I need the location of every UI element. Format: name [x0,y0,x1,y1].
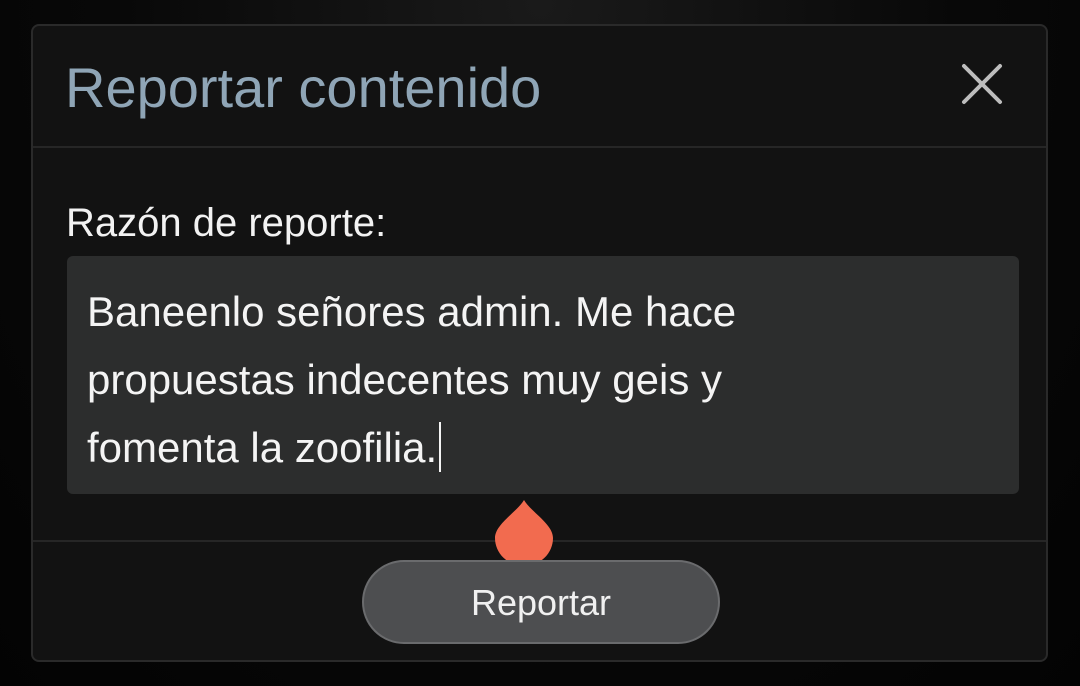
reason-text-content: Baneenlo señores admin. Me hace propuest… [87,288,737,471]
selection-handle-icon[interactable] [493,498,555,566]
report-dialog: Reportar contenido Razón de reporte: Ban… [31,24,1048,662]
report-button[interactable]: Reportar [362,560,720,644]
close-button[interactable] [958,60,1006,108]
reason-textarea[interactable]: Baneenlo señores admin. Me hace propuest… [67,256,1019,494]
text-cursor [439,422,442,472]
close-icon [962,64,1002,104]
reason-label: Razón de reporte: [66,201,387,245]
reason-text: Baneenlo señores admin. Me hace propuest… [87,278,999,482]
dialog-header: Reportar contenido [33,26,1046,148]
dialog-title: Reportar contenido [65,56,542,119]
